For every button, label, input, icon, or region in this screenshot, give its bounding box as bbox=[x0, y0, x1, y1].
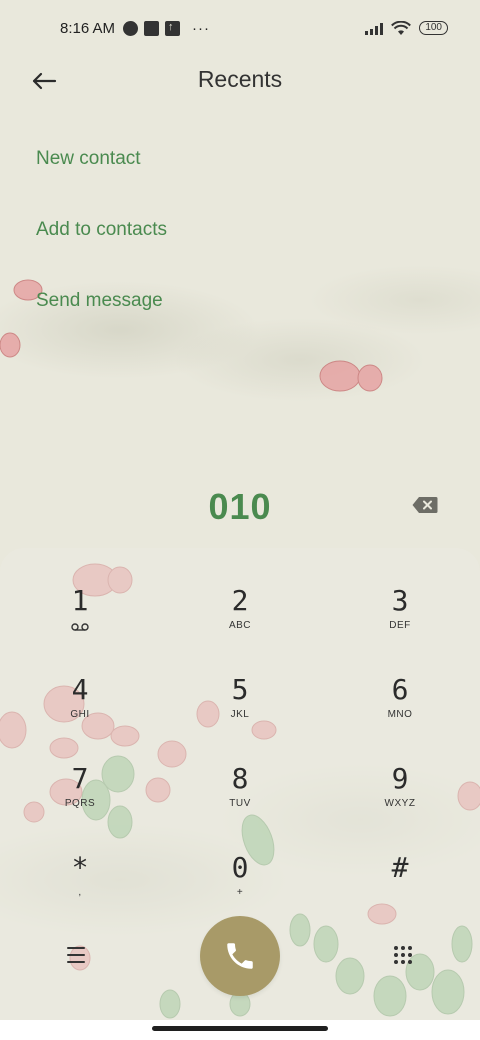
page-title: Recents bbox=[197, 66, 283, 92]
status-time: 8:16 AM bbox=[60, 19, 116, 37]
upload-icon bbox=[165, 20, 181, 36]
key-digit: 6 bbox=[391, 673, 409, 706]
key-letters: ABC bbox=[228, 620, 252, 631]
key-letters: DEF bbox=[389, 620, 411, 631]
key-7[interactable]: 7 PQRS bbox=[20, 764, 140, 844]
key-4[interactable]: 4 GHI bbox=[20, 675, 140, 755]
more-notifications-icon: ··· bbox=[192, 19, 211, 37]
key-letters: JKL bbox=[230, 709, 250, 720]
status-bar: 8:16 AM ··· 100 bbox=[0, 0, 480, 56]
key-letters: GHI bbox=[70, 709, 90, 720]
send-message-link[interactable]: Send message bbox=[36, 290, 163, 312]
key-1[interactable]: 1 bbox=[20, 586, 140, 666]
key-9[interactable]: 9 WXYZ bbox=[340, 764, 460, 844]
key-letters: WXYZ bbox=[384, 798, 416, 809]
key-8[interactable]: 8 TUV bbox=[180, 764, 300, 844]
key-digit: * bbox=[71, 851, 89, 884]
dialpad-toggle-button[interactable] bbox=[392, 944, 414, 966]
key-digit: 4 bbox=[71, 673, 89, 706]
key-digit: 9 bbox=[391, 762, 409, 795]
data-saver-icon bbox=[123, 20, 139, 36]
key-digit: 7 bbox=[71, 762, 89, 795]
menu-icon bbox=[67, 947, 85, 963]
phone-icon bbox=[227, 943, 253, 969]
key-3[interactable]: 3 DEF bbox=[340, 586, 460, 666]
key-digit: 2 bbox=[231, 584, 249, 617]
key-digit: 8 bbox=[231, 762, 249, 795]
key-5[interactable]: 5 JKL bbox=[180, 675, 300, 755]
dialpad-icon bbox=[394, 946, 412, 964]
signal-icon bbox=[365, 22, 384, 35]
status-left: 8:16 AM ··· bbox=[60, 20, 210, 37]
call-button[interactable] bbox=[200, 916, 280, 996]
key-letters: MNO bbox=[387, 709, 413, 720]
backspace-icon bbox=[412, 497, 438, 513]
add-to-contacts-link[interactable]: Add to contacts bbox=[36, 219, 167, 241]
key-digit: 0 bbox=[231, 851, 249, 884]
notification-app-icon bbox=[144, 20, 160, 36]
key-6[interactable]: 6 MNO bbox=[340, 675, 460, 755]
navigation-bar bbox=[0, 1020, 480, 1040]
new-contact-link[interactable]: New contact bbox=[36, 148, 141, 170]
home-indicator[interactable] bbox=[152, 1026, 328, 1031]
wifi-icon bbox=[391, 20, 412, 35]
backspace-button[interactable] bbox=[412, 496, 442, 518]
header: Recents bbox=[0, 56, 480, 108]
bottom-actions bbox=[0, 916, 480, 996]
key-digit: 3 bbox=[391, 584, 409, 617]
battery-indicator: 100 bbox=[419, 21, 448, 35]
key-digit: 1 bbox=[71, 584, 89, 617]
key-letters: PQRS bbox=[64, 798, 96, 809]
key-digit: 5 bbox=[231, 673, 249, 706]
status-right: 100 bbox=[365, 20, 448, 36]
dialed-number: 010 bbox=[208, 486, 272, 527]
menu-button[interactable] bbox=[62, 942, 94, 970]
key-letters: TUV bbox=[229, 798, 251, 809]
key-letters: + bbox=[236, 887, 244, 898]
key-2[interactable]: 2 ABC bbox=[180, 586, 300, 666]
key-letters: , bbox=[78, 887, 82, 898]
key-digit: # bbox=[391, 851, 409, 884]
voicemail-icon bbox=[71, 623, 89, 631]
